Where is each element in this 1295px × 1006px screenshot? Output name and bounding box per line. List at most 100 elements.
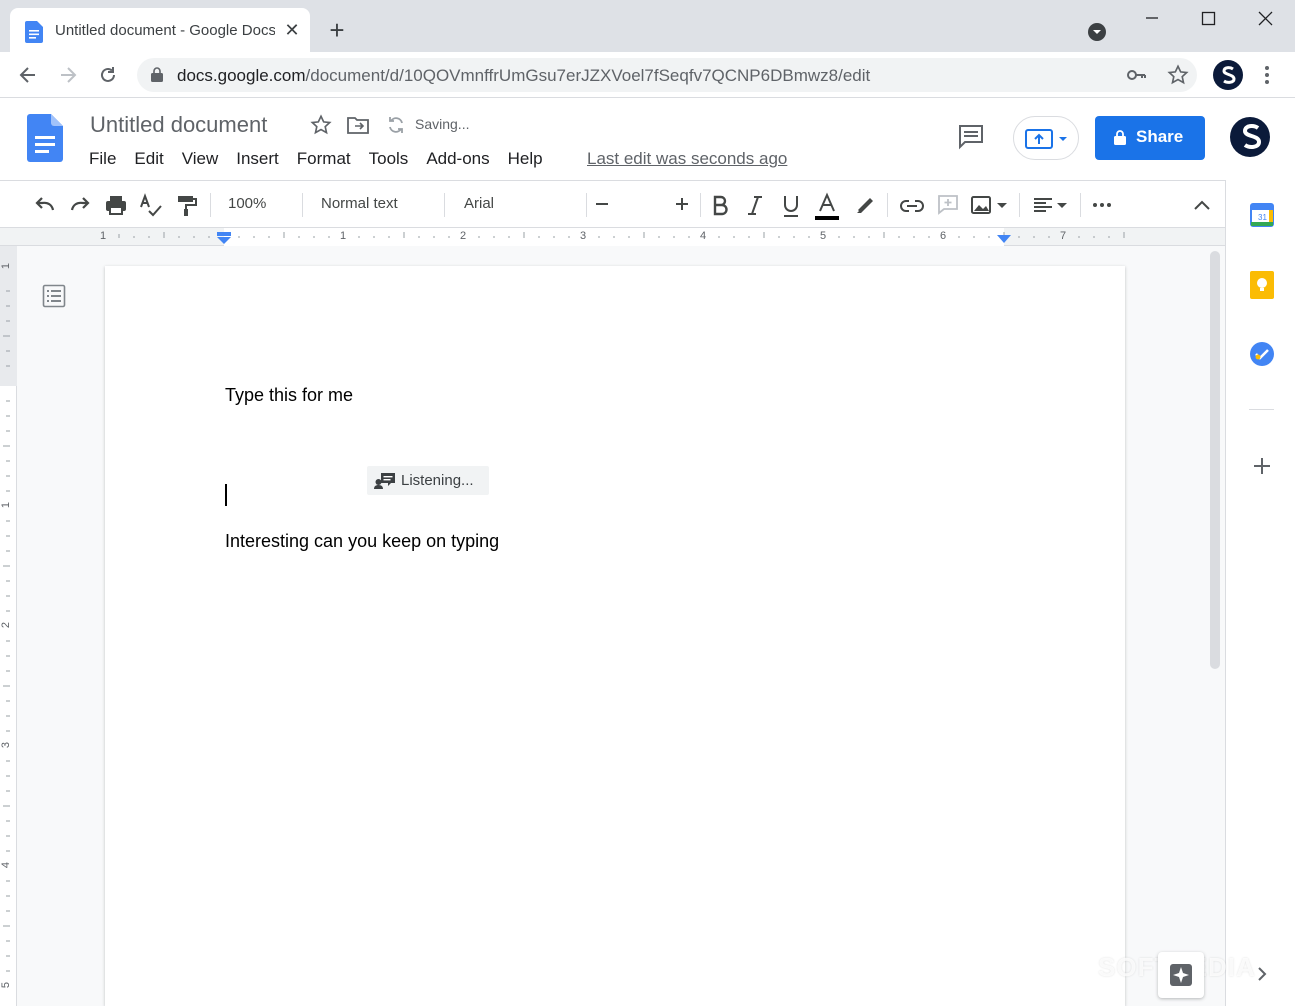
svg-text:31: 31 — [1258, 213, 1267, 222]
minimize-icon[interactable] — [1140, 8, 1164, 32]
move-folder-icon[interactable] — [347, 115, 369, 135]
underline-icon[interactable] — [781, 191, 801, 219]
document-paragraph[interactable]: Interesting can you keep on typing — [225, 531, 499, 552]
browser-tab-strip: Untitled document - Google Docs ✕ + — [0, 0, 1295, 52]
explore-icon — [1169, 963, 1193, 987]
voice-typing-status: Listening... — [367, 466, 489, 495]
vertical-ruler-mark: 2 — [0, 621, 13, 629]
menu-format[interactable]: Format — [297, 149, 351, 169]
tab-search-icon[interactable] — [1087, 22, 1107, 42]
ruler-mark: 6 — [940, 230, 947, 242]
tab-close-icon[interactable]: ✕ — [282, 20, 302, 40]
paragraph-style-value: Normal text — [321, 195, 398, 212]
paint-format-icon[interactable] — [175, 191, 199, 219]
add-addon-icon[interactable] — [1252, 456, 1272, 476]
increase-font-size-icon[interactable] — [673, 194, 691, 222]
account-avatar[interactable] — [1229, 116, 1271, 158]
redo-icon[interactable] — [68, 191, 92, 219]
comments-icon[interactable] — [957, 123, 985, 151]
profile-avatar[interactable] — [1213, 60, 1243, 90]
window-close-icon[interactable] — [1254, 8, 1278, 32]
side-panel: 31 — [1225, 180, 1295, 1006]
browser-tab[interactable]: Untitled document - Google Docs ✕ — [10, 8, 310, 52]
vertical-ruler-mark: 3 — [0, 741, 13, 749]
ruler-mark: 7 — [1060, 230, 1067, 242]
menu-help[interactable]: Help — [508, 149, 543, 169]
document-outline-icon[interactable] — [42, 284, 66, 308]
ruler-mark: 1 — [340, 230, 347, 242]
lock-icon — [1114, 130, 1126, 145]
listening-label: Listening... — [401, 472, 474, 489]
insert-link-icon[interactable] — [899, 191, 925, 219]
tasks-icon[interactable] — [1250, 342, 1274, 366]
key-icon[interactable] — [1127, 66, 1147, 84]
document-paragraph[interactable]: Type this for me — [225, 385, 353, 406]
menu-edit[interactable]: Edit — [134, 149, 163, 169]
star-icon[interactable] — [310, 114, 332, 136]
present-button[interactable] — [1013, 116, 1079, 160]
menu-bar: File Edit View Insert Format Tools Add-o… — [89, 149, 561, 169]
present-icon — [1025, 128, 1069, 150]
vertical-ruler-mark: 1 — [0, 501, 13, 509]
new-tab-icon[interactable]: + — [325, 17, 349, 43]
vertical-scrollbar[interactable] — [1205, 247, 1225, 1006]
ruler-mark: 2 — [460, 230, 467, 242]
paragraph-style-select[interactable]: Normal text — [321, 195, 398, 223]
collapse-menus-icon[interactable] — [1192, 191, 1212, 219]
bookmark-star-icon[interactable] — [1167, 64, 1189, 86]
menu-file[interactable]: File — [89, 149, 116, 169]
right-indent-marker-icon[interactable] — [996, 234, 1012, 244]
undo-icon[interactable] — [33, 191, 57, 219]
reload-icon[interactable] — [97, 64, 119, 86]
formatting-toolbar: 100% Normal text Arial 1 1 — [0, 180, 1225, 400]
horizontal-ruler: 1 1 2 3 4 5 6 7 — [0, 228, 1225, 246]
ruler-mark: 5 — [820, 230, 827, 242]
font-select[interactable]: Arial — [464, 195, 494, 223]
url-input[interactable]: docs.google.com/document/d/10QOVmnffrUmG… — [137, 58, 1197, 92]
vertical-ruler-mark: 4 — [0, 861, 13, 869]
highlight-color-icon[interactable] — [853, 191, 877, 219]
address-bar-row: docs.google.com/document/d/10QOVmnffrUmG… — [0, 52, 1295, 98]
print-icon[interactable] — [104, 191, 128, 219]
text-color-icon[interactable] — [814, 191, 840, 220]
forward-icon[interactable] — [57, 64, 79, 86]
menu-view[interactable]: View — [182, 149, 219, 169]
explore-button[interactable] — [1158, 952, 1204, 998]
add-comment-icon[interactable] — [936, 191, 960, 219]
decrease-font-size-icon[interactable] — [593, 194, 611, 222]
document-title-input[interactable]: Untitled document — [90, 112, 267, 138]
ruler-ticks — [118, 232, 1125, 238]
maximize-icon[interactable] — [1196, 8, 1220, 32]
align-icon[interactable] — [1033, 191, 1069, 219]
menu-tools[interactable]: Tools — [369, 149, 409, 169]
save-status: Saving... — [415, 116, 470, 132]
voice-typing-icon — [374, 472, 396, 490]
ruler-mark: 3 — [580, 230, 587, 242]
insert-image-icon[interactable] — [970, 191, 1010, 219]
scrollbar-thumb[interactable] — [1210, 251, 1220, 669]
ruler-mark: 1 — [100, 230, 107, 242]
docs-logo-icon[interactable] — [27, 114, 63, 162]
back-icon[interactable] — [17, 64, 39, 86]
browser-tab-title: Untitled document - Google Docs — [55, 22, 275, 39]
zoom-select[interactable]: 100% — [228, 195, 266, 223]
bold-icon[interactable] — [711, 191, 729, 219]
calendar-icon[interactable]: 31 — [1250, 202, 1274, 228]
zoom-value: 100% — [228, 195, 267, 212]
menu-insert[interactable]: Insert — [236, 149, 279, 169]
document-page[interactable]: Type this for me Listening... Interestin… — [105, 266, 1125, 1006]
lock-icon[interactable] — [151, 67, 163, 82]
vertical-ruler: 1 1 2 3 4 5 — [0, 246, 17, 1006]
keep-icon[interactable] — [1250, 271, 1274, 299]
italic-icon[interactable] — [746, 191, 764, 219]
last-edit-link[interactable]: Last edit was seconds ago — [587, 149, 787, 169]
chrome-menu-icon[interactable] — [1258, 64, 1276, 86]
left-indent-marker-icon[interactable] — [216, 231, 232, 245]
sync-icon — [386, 115, 406, 135]
more-options-icon[interactable] — [1092, 191, 1112, 219]
expand-panel-icon[interactable] — [1256, 966, 1268, 982]
share-button[interactable]: Share — [1095, 116, 1205, 160]
menu-addons[interactable]: Add-ons — [426, 149, 489, 169]
text-cursor — [225, 484, 227, 506]
spellcheck-icon[interactable] — [139, 191, 163, 219]
